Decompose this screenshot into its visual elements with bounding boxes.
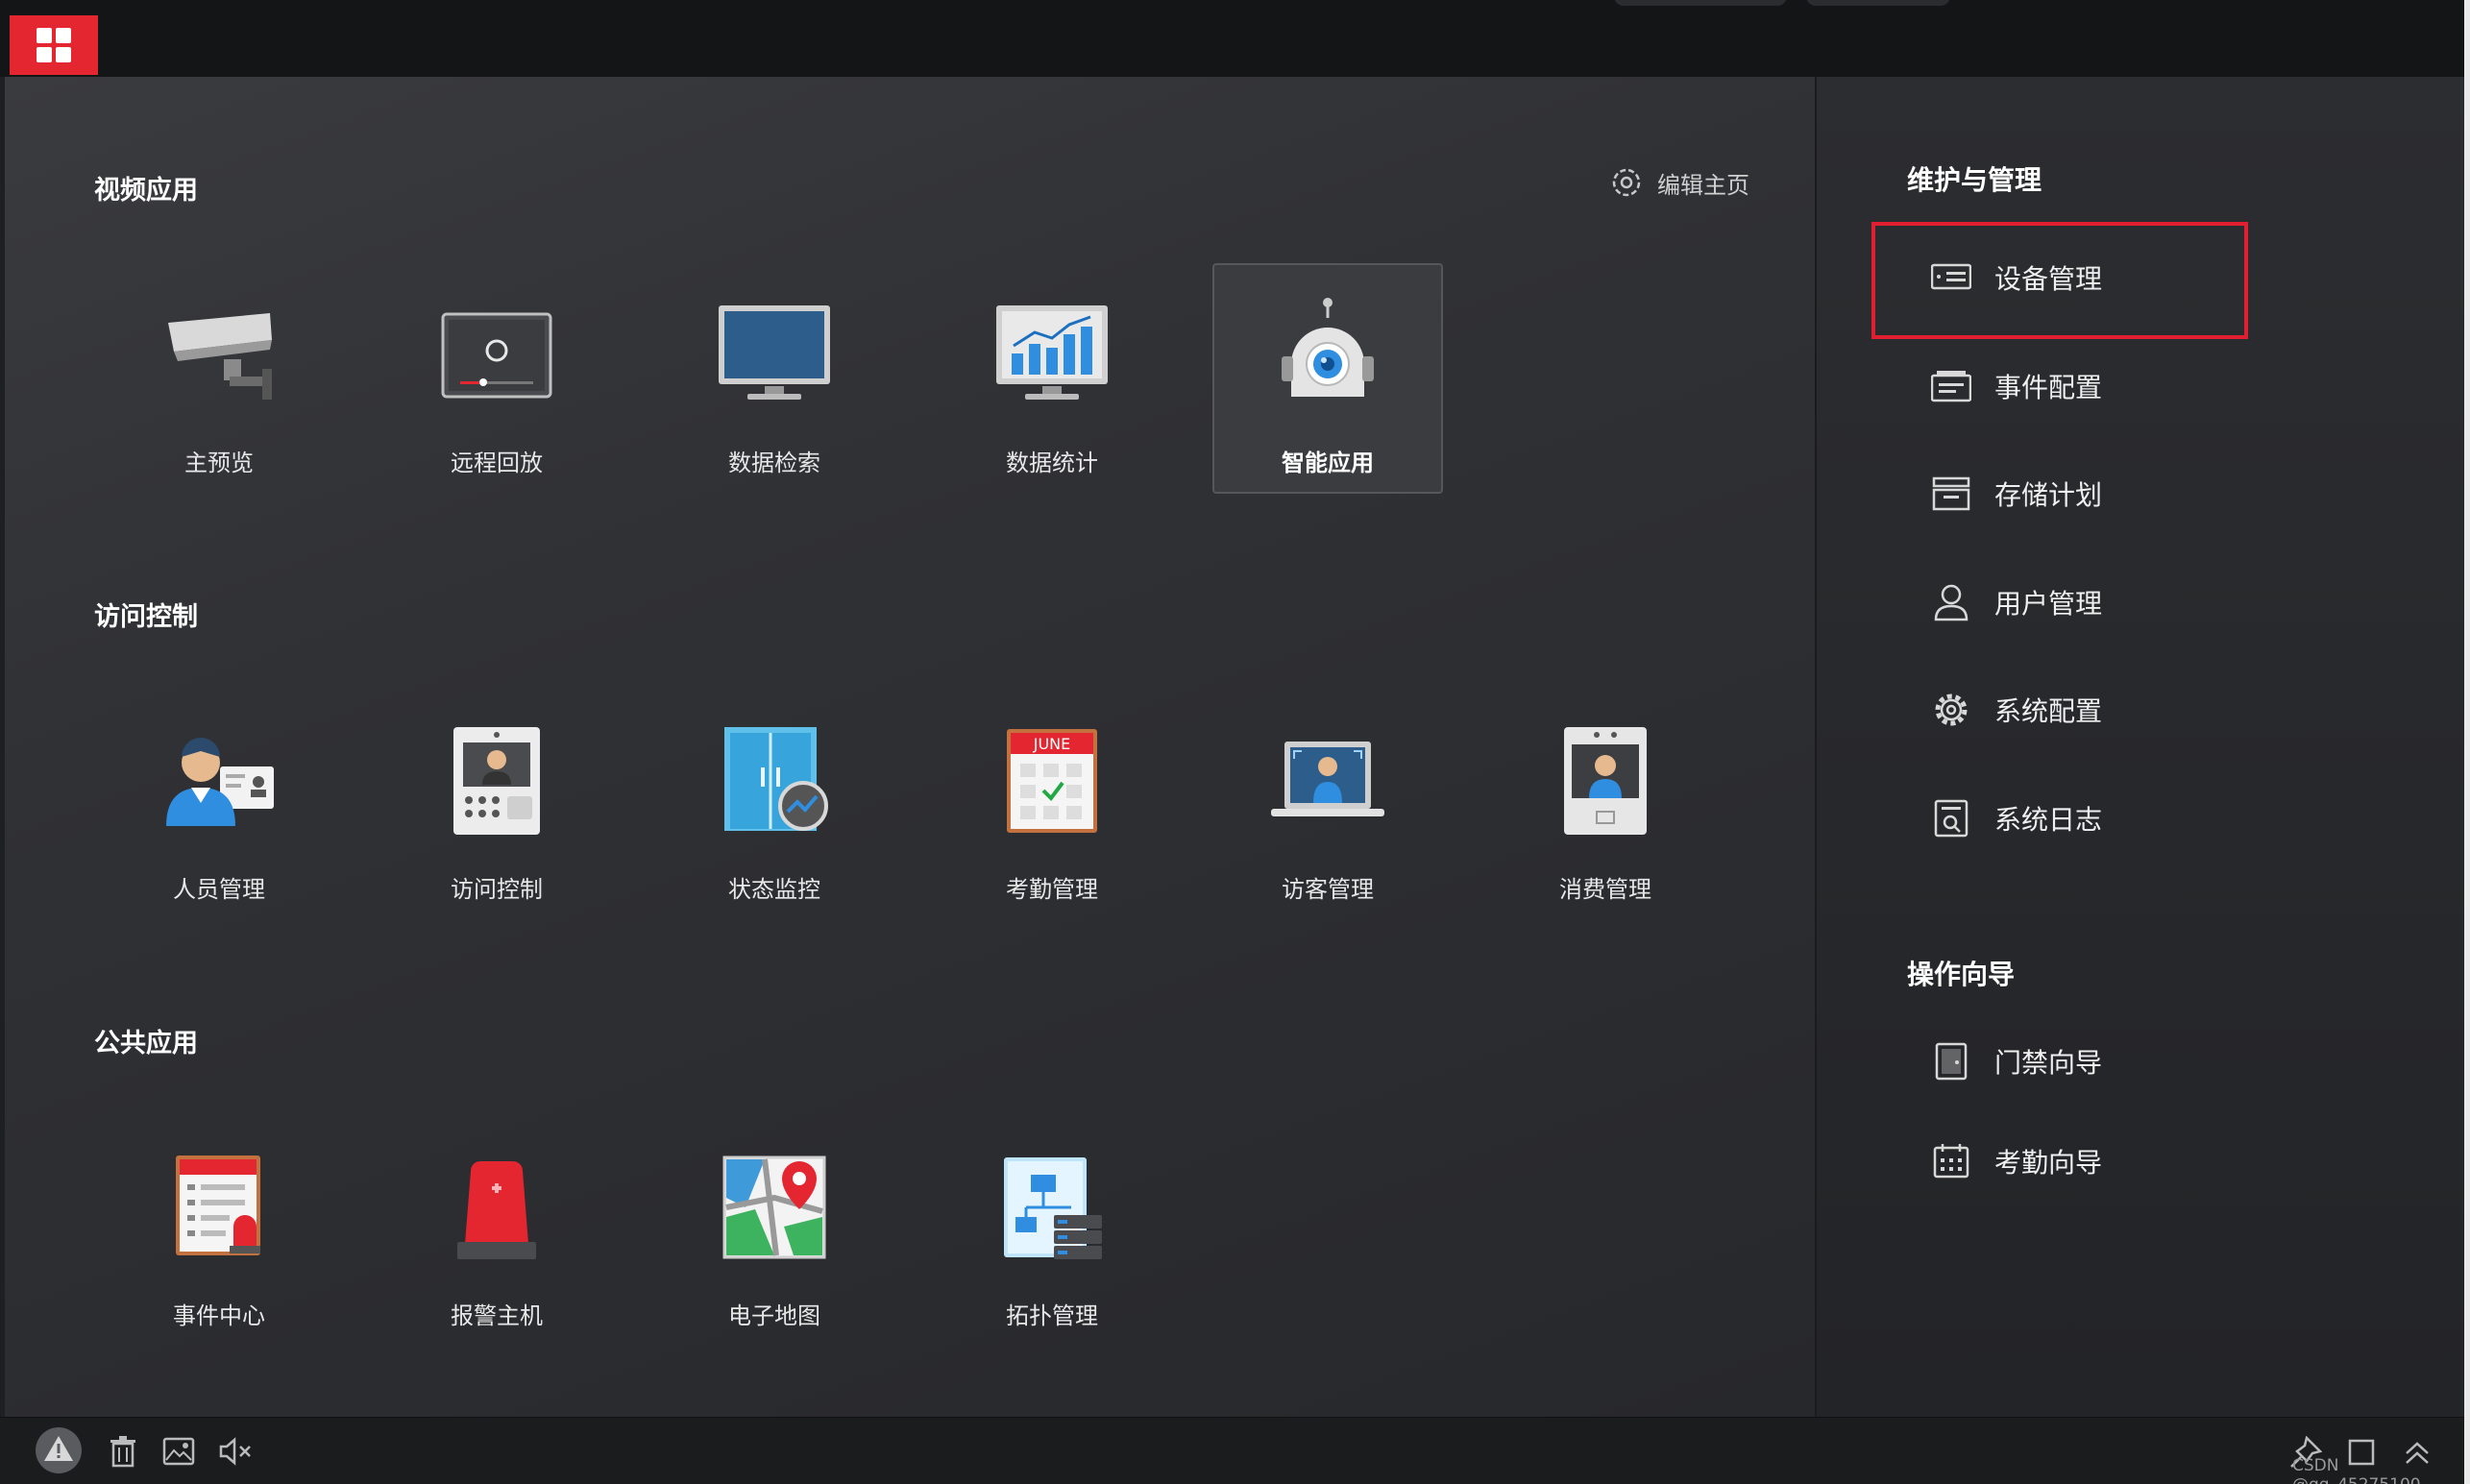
app-label: 消费管理 [1559, 876, 1651, 903]
user-icon [1931, 582, 1971, 622]
warning-icon[interactable] [35, 1426, 83, 1474]
app-personnel-management[interactable]: 人员管理 [104, 692, 334, 922]
menu-device-management[interactable]: 设备管理 [1931, 254, 2102, 302]
menu-label: 用户管理 [1994, 588, 2103, 620]
topology-icon [990, 1145, 1114, 1270]
event-config-icon [1931, 366, 1971, 406]
top-tab[interactable] [1806, 0, 1950, 6]
mute-icon[interactable] [215, 1430, 257, 1472]
menu-label: 事件配置 [1994, 372, 2103, 403]
calendar-small-icon [1931, 1141, 1971, 1181]
device-icon [1931, 257, 1971, 298]
map-icon [712, 1145, 837, 1270]
consumption-terminal-icon [1543, 718, 1668, 843]
menu-label: 门禁向导 [1994, 1047, 2103, 1079]
top-tab[interactable] [1614, 0, 1787, 6]
event-list-icon [157, 1145, 281, 1270]
app-access-control[interactable]: 访问控制 [381, 692, 612, 922]
app-label: 访客管理 [1282, 876, 1374, 903]
status-bar [0, 1417, 2464, 1484]
app-label: 智能应用 [1282, 450, 1374, 476]
settings-icon [1612, 168, 1641, 197]
top-bar [0, 0, 2470, 77]
app-label: 访问控制 [451, 876, 543, 903]
section-title-public: 公共应用 [94, 1029, 198, 1058]
intercom-icon [434, 718, 559, 843]
gear-icon [1931, 690, 1971, 730]
app-label: 数据统计 [1006, 450, 1098, 476]
log-icon [1931, 798, 1971, 839]
app-label: 主预览 [184, 450, 254, 476]
app-label: 事件中心 [173, 1302, 265, 1329]
menu-event-config[interactable]: 事件配置 [1931, 362, 2102, 410]
app-label: 拓扑管理 [1006, 1302, 1098, 1329]
menu-system-config[interactable]: 系统配置 [1931, 686, 2102, 734]
watermark: CSDN @qq_45275100 [2292, 1456, 2421, 1484]
menu-label: 设备管理 [1994, 263, 2103, 295]
app-data-statistics[interactable]: 数据统计 [937, 265, 1167, 496]
menu-label: 系统配置 [1994, 695, 2103, 727]
laptop-visitor-icon [1265, 718, 1390, 843]
app-event-center[interactable]: 事件中心 [104, 1118, 334, 1349]
person-card-icon [157, 718, 281, 843]
monitor-icon [712, 292, 837, 417]
camera-icon [157, 292, 281, 417]
app-label: 远程回放 [451, 450, 543, 476]
door-icon [1931, 1041, 1971, 1082]
app-attendance-management[interactable]: JUNE 考勤管理 [937, 692, 1167, 922]
edit-home-button[interactable]: 编辑主页 [1609, 165, 1749, 200]
trash-icon[interactable] [102, 1430, 144, 1472]
menu-access-wizard[interactable]: 门禁向导 [1931, 1037, 2102, 1085]
guide-title: 操作向导 [1907, 959, 2016, 990]
app-label: 数据检索 [728, 450, 820, 476]
robot-icon [1265, 292, 1390, 417]
app-main-preview[interactable]: 主预览 [104, 265, 334, 496]
app-electronic-map[interactable]: 电子地图 [659, 1118, 890, 1349]
app-label: 报警主机 [451, 1302, 543, 1329]
bar-chart-icon [990, 292, 1114, 417]
calendar-icon: JUNE [990, 718, 1114, 843]
storage-icon [1931, 474, 1971, 514]
app-data-search[interactable]: 数据检索 [659, 265, 890, 496]
app-label: 人员管理 [173, 876, 265, 903]
app-remote-playback[interactable]: 远程回放 [381, 265, 612, 496]
section-title-video: 视频应用 [94, 176, 198, 206]
menu-attendance-wizard[interactable]: 考勤向导 [1931, 1137, 2102, 1185]
playback-monitor-icon [434, 292, 559, 417]
app-alarm-host[interactable]: 报警主机 [381, 1118, 612, 1349]
home-menu-button[interactable] [10, 15, 98, 75]
app-label: 考勤管理 [1006, 876, 1098, 903]
edit-home-label: 编辑主页 [1657, 171, 1749, 199]
app-consumption-management[interactable]: 消费管理 [1490, 692, 1721, 922]
app-label: 状态监控 [728, 876, 820, 903]
app-label: 电子地图 [728, 1302, 820, 1329]
section-title-access: 访问控制 [94, 602, 198, 632]
menu-storage-schedule[interactable]: 存储计划 [1931, 470, 2102, 518]
alarm-light-icon [434, 1145, 559, 1270]
maintenance-title: 维护与管理 [1907, 164, 2042, 196]
door-status-icon [712, 718, 837, 843]
menu-label: 系统日志 [1994, 804, 2103, 836]
grid-icon [37, 28, 71, 62]
menu-user-management[interactable]: 用户管理 [1931, 578, 2102, 626]
app-visitor-management[interactable]: 访客管理 [1212, 692, 1443, 922]
app-topology-management[interactable]: 拓扑管理 [937, 1118, 1167, 1349]
app-status-monitoring[interactable]: 状态监控 [659, 692, 890, 922]
menu-label: 考勤向导 [1994, 1147, 2103, 1179]
calendar-month-label: JUNE [1033, 735, 1071, 753]
window-edge [2464, 0, 2470, 1484]
image-icon[interactable] [158, 1430, 200, 1472]
menu-label: 存储计划 [1994, 479, 2103, 511]
app-smart-application[interactable]: 智能应用 [1212, 263, 1443, 494]
menu-system-log[interactable]: 系统日志 [1931, 794, 2102, 842]
